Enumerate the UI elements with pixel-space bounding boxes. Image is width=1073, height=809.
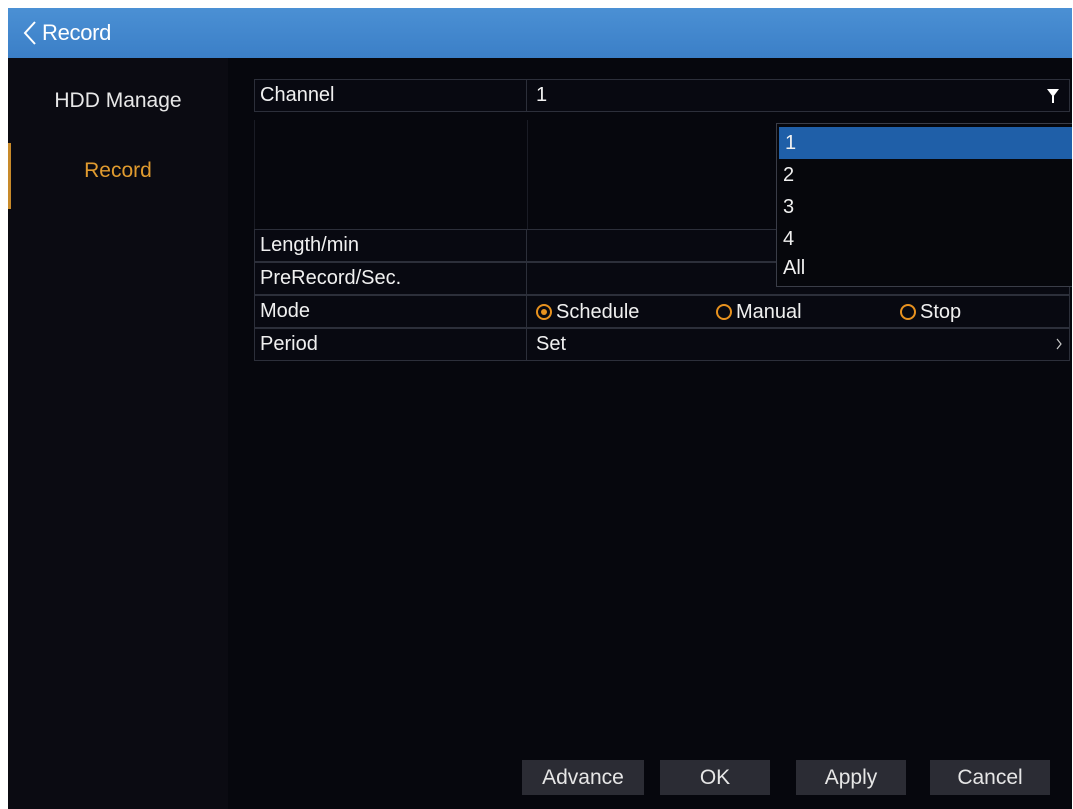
- sidebar-item-label: HDD Manage: [54, 89, 182, 112]
- ok-button[interactable]: OK: [660, 760, 770, 795]
- prerecord-label: PreRecord/Sec.: [255, 263, 527, 294]
- channel-value: 1: [536, 84, 548, 106]
- radio-label: Stop: [920, 300, 962, 323]
- mode-row: Mode Schedule Manual Stop: [254, 295, 1070, 328]
- channel-label: Channel: [255, 80, 527, 111]
- period-row: Period Set: [254, 328, 1070, 361]
- chevron-right-icon: [1056, 338, 1062, 350]
- record-settings-panel: Channel 1 Length/min PreRecord/Sec. Mode: [254, 76, 1072, 809]
- back-button[interactable]: Record: [8, 8, 111, 58]
- active-indicator: [8, 143, 11, 209]
- sidebar: HDD Manage Record: [8, 58, 228, 809]
- sidebar-item-hdd-manage[interactable]: HDD Manage: [8, 71, 228, 131]
- app-window: Record HDD Manage Record Channel 1 Lengt…: [8, 8, 1072, 809]
- channel-option[interactable]: 3: [777, 191, 1072, 223]
- period-value: Set: [536, 333, 567, 355]
- chevron-left-icon: [23, 21, 36, 45]
- radio-checked-icon: [536, 303, 552, 320]
- dropdown-arrow-icon: [1047, 89, 1059, 103]
- period-set-button[interactable]: Set: [527, 329, 1069, 360]
- period-label: Period: [255, 329, 527, 360]
- page-title: Record: [42, 20, 112, 45]
- channel-select[interactable]: 1: [527, 80, 1069, 111]
- channel-option[interactable]: 1: [779, 127, 1072, 159]
- length-label: Length/min: [255, 230, 527, 261]
- advance-button[interactable]: Advance: [522, 760, 644, 795]
- apply-button[interactable]: Apply: [796, 760, 906, 795]
- mode-radio-schedule[interactable]: Schedule: [536, 296, 639, 327]
- mode-label: Mode: [255, 296, 527, 327]
- channel-row: Channel 1: [254, 79, 1070, 112]
- channel-option[interactable]: 4: [777, 223, 1072, 255]
- radio-unchecked-icon: [900, 303, 916, 320]
- radio-label: Schedule: [556, 300, 640, 323]
- sidebar-item-record[interactable]: Record: [8, 141, 228, 209]
- radio-unchecked-icon: [716, 303, 732, 320]
- mode-radio-stop[interactable]: Stop: [900, 296, 961, 327]
- title-bar: Record: [8, 8, 1072, 58]
- hidden-rows-area: [254, 120, 528, 230]
- channel-option[interactable]: All: [777, 252, 1072, 284]
- cancel-button[interactable]: Cancel: [930, 760, 1050, 795]
- mode-radio-manual[interactable]: Manual: [716, 296, 802, 327]
- channel-option[interactable]: 2: [777, 159, 1072, 191]
- sidebar-item-label: Record: [84, 159, 152, 182]
- radio-label: Manual: [736, 300, 802, 323]
- mode-options: Schedule Manual Stop: [527, 296, 1069, 327]
- channel-dropdown-menu: 1 2 3 4 All: [776, 123, 1072, 287]
